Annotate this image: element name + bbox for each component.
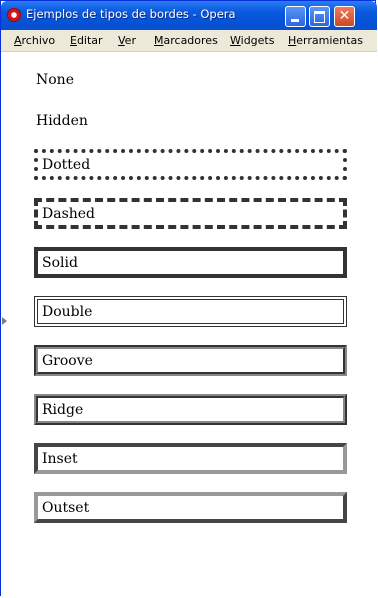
maximize-button[interactable] (309, 6, 330, 27)
browser-window: Ejemplos de tipos de bordes - Opera ✕ Ar… (0, 0, 377, 597)
menu-herramientas[interactable]: Herramientas (288, 34, 363, 47)
example-label: Groove (42, 352, 93, 369)
example-label: None (36, 71, 74, 88)
border-ridge-example: Ridge (34, 394, 347, 425)
border-inset-example: Inset (34, 443, 347, 474)
panel-toggle-arrow-icon[interactable] (2, 317, 7, 325)
example-label: Dashed (42, 205, 96, 222)
border-outset-example: Outset (34, 492, 347, 523)
menu-marcadores[interactable]: Marcadores (154, 34, 218, 47)
border-solid-example: Solid (34, 247, 347, 278)
example-label: Outset (42, 499, 90, 516)
menu-bar: Archivo Editar Ver Marcadores Widgets He… (1, 30, 377, 52)
border-double-example: Double (34, 296, 347, 327)
border-groove-example: Groove (34, 345, 347, 376)
example-label: Dotted (42, 156, 91, 173)
example-label: Hidden (36, 112, 88, 129)
menu-widgets[interactable]: Widgets (230, 34, 274, 47)
border-dashed-example: Dashed (34, 198, 347, 229)
window-title: Ejemplos de tipos de bordes - Opera (26, 7, 236, 21)
maximize-icon (314, 11, 325, 23)
border-hidden-example: Hidden (34, 105, 347, 136)
minimize-button[interactable] (285, 6, 306, 27)
opera-logo-icon (7, 8, 21, 22)
example-label: Double (42, 303, 93, 320)
border-dotted-example: Dotted (34, 149, 347, 180)
page-content: None Hidden Dotted Dashed Solid Double G… (1, 52, 377, 597)
close-button[interactable]: ✕ (334, 6, 355, 27)
example-label: Solid (42, 254, 78, 271)
minimize-icon (291, 19, 299, 22)
example-label: Inset (42, 450, 78, 467)
menu-editar[interactable]: Editar (70, 34, 103, 47)
example-label: Ridge (42, 401, 84, 418)
menu-ver[interactable]: Ver (118, 34, 136, 47)
menu-archivo[interactable]: Archivo (14, 34, 55, 47)
border-none-example: None (34, 64, 347, 95)
title-bar[interactable]: Ejemplos de tipos de bordes - Opera ✕ (1, 1, 377, 30)
